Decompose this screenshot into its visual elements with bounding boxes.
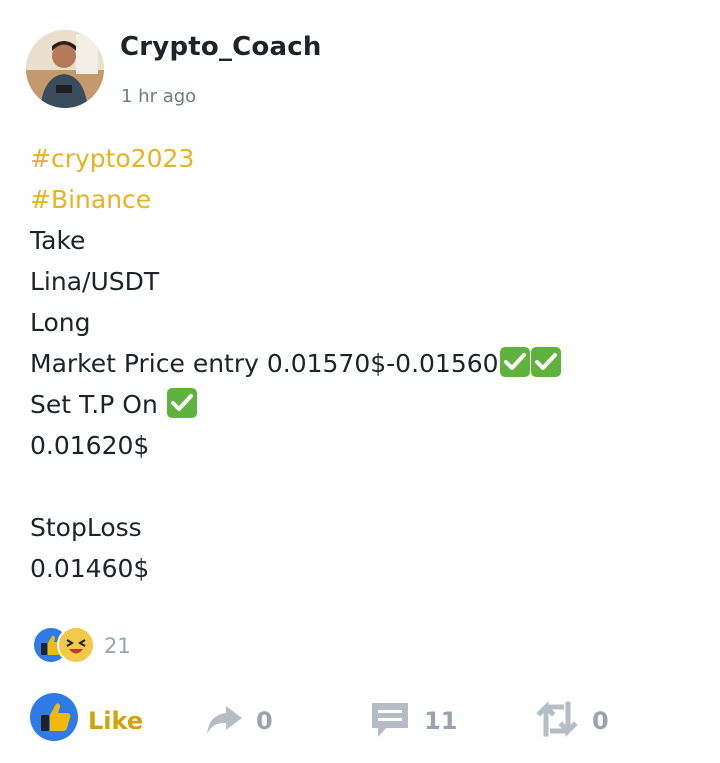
post-line-blank <box>30 466 690 507</box>
post-line-entry: Market Price entry 0.01570$-0.01560 <box>30 343 690 384</box>
post-line-sl-value: 0.01460$ <box>30 554 150 583</box>
share-count: 0 <box>256 707 273 735</box>
post-line-tp-value: 0.01620$ <box>30 431 150 460</box>
author-name[interactable]: Crypto_Coach <box>120 32 322 62</box>
post-actions-bar: Like 0 11 0 <box>30 690 670 750</box>
post-line-stoploss: StopLoss <box>30 513 142 542</box>
post-line-take: Take <box>30 226 86 255</box>
post-line-direction: Long <box>30 308 91 337</box>
take-profit-text: Set T.P On <box>30 390 166 419</box>
repost-button[interactable]: 0 <box>536 690 636 750</box>
laughing-face-icon <box>57 626 95 664</box>
check-mark-icon <box>530 347 561 377</box>
like-thumb-icon <box>30 693 78 741</box>
share-button[interactable]: 0 <box>202 690 302 750</box>
post-header: Crypto_Coach 1 hr ago <box>26 28 686 112</box>
check-mark-icon <box>499 347 530 377</box>
share-arrow-icon <box>207 706 242 734</box>
entry-text: Market Price entry 0.01570$-0.01560 <box>30 349 499 378</box>
repost-count: 0 <box>592 707 609 735</box>
comment-button[interactable]: 11 <box>368 690 478 750</box>
hashtag-binance[interactable]: #Binance <box>30 179 690 220</box>
post-body: #crypto2023 #Binance Take Lina/USDT Long… <box>30 138 690 589</box>
like-label: Like <box>88 707 144 735</box>
reaction-summary[interactable]: 21 <box>30 626 230 666</box>
repost-icon <box>536 700 578 738</box>
like-button[interactable]: Like <box>30 690 150 750</box>
comment-icon <box>372 703 408 737</box>
author-avatar[interactable] <box>26 30 104 108</box>
comment-count: 11 <box>424 707 458 735</box>
post-timestamp: 1 hr ago <box>121 86 197 107</box>
avatar-photo <box>26 30 104 108</box>
post-line-take-profit: Set T.P On <box>30 384 690 425</box>
reaction-count: 21 <box>104 634 131 658</box>
post-line-pair: Lina/USDT <box>30 267 160 296</box>
hashtag-crypto2023[interactable]: #crypto2023 <box>30 138 690 179</box>
check-mark-icon <box>166 388 197 418</box>
